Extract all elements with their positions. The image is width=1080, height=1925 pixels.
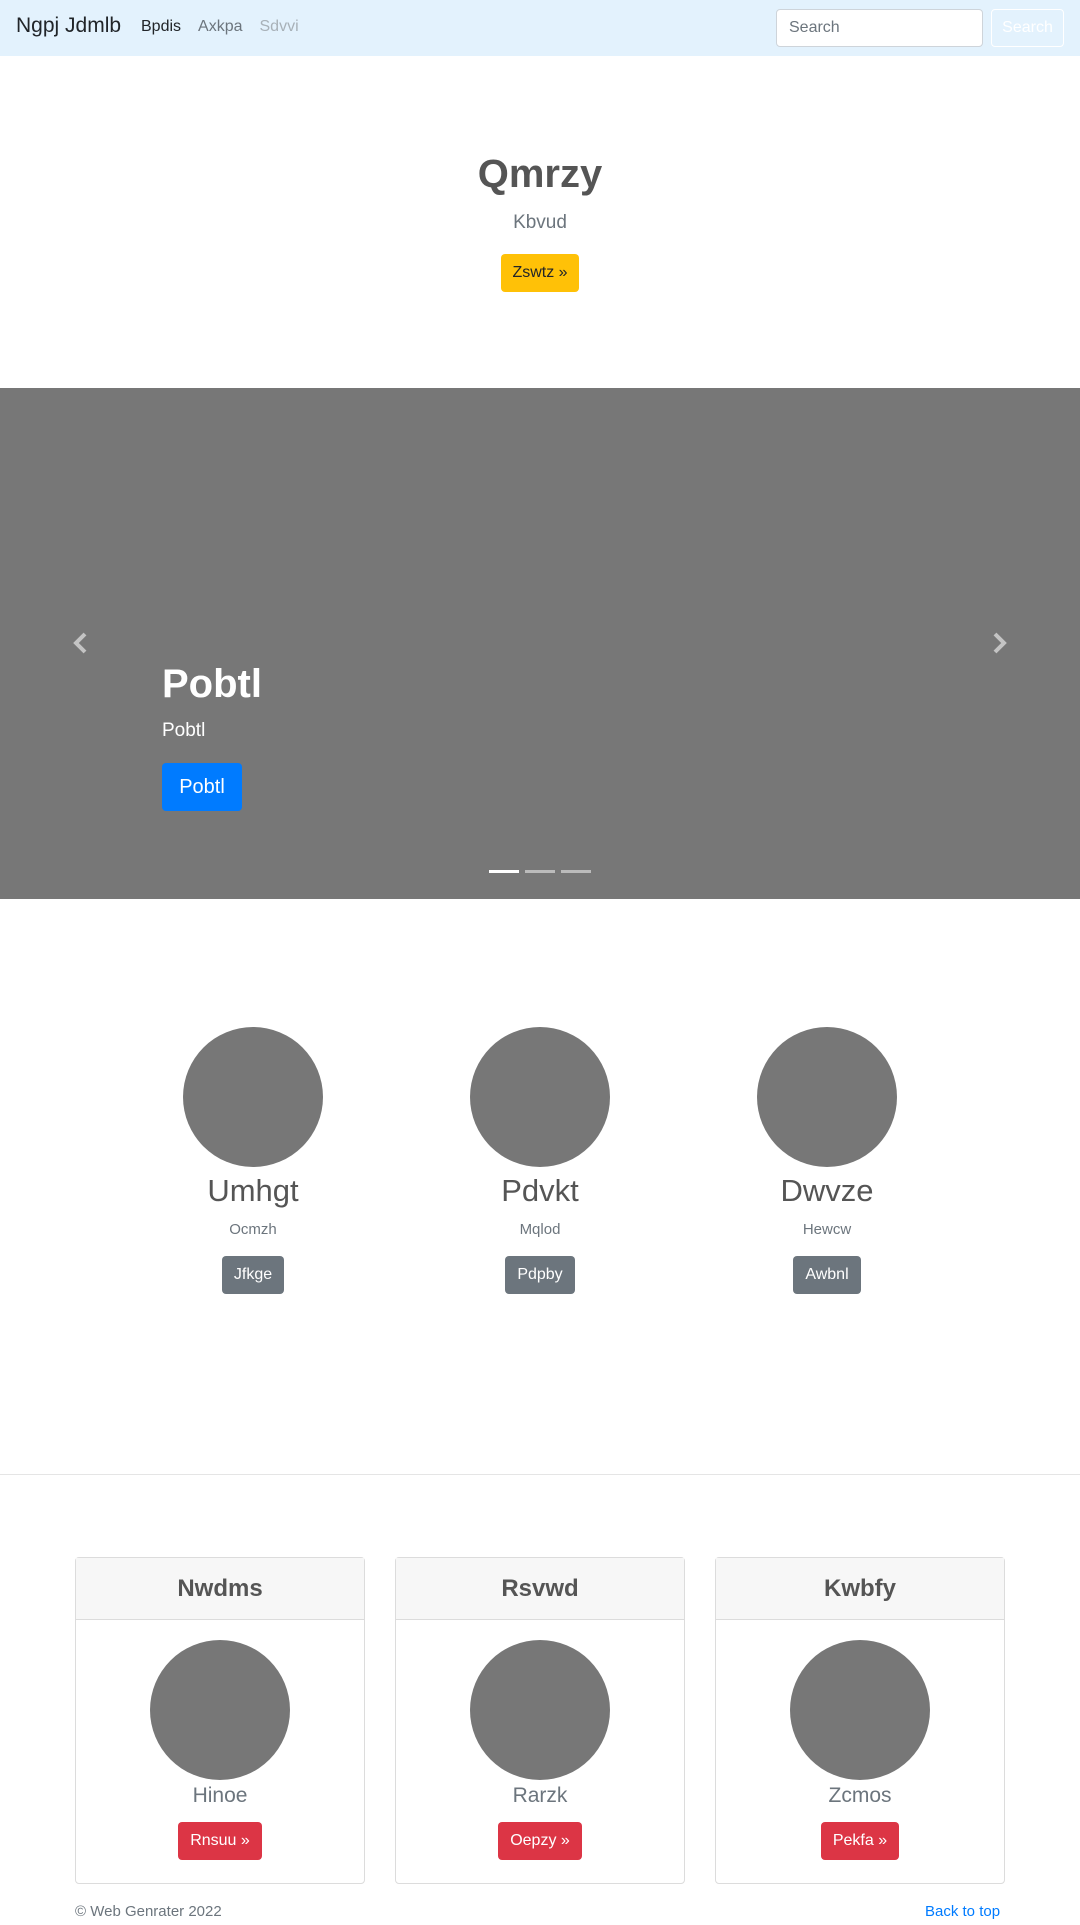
placeholder-image <box>470 1027 610 1167</box>
card-header: Nwdms <box>76 1558 364 1620</box>
marketing-heading: Pdvkt <box>501 1173 579 1208</box>
carousel-prev-control[interactable] <box>66 628 96 658</box>
carousel-indicators <box>489 870 591 873</box>
card-text: Hinoe <box>192 1784 248 1807</box>
marketing-column: Umhgt Ocmzh Jfkge <box>153 1027 353 1294</box>
card: Kwbfy Zcmos Pekfa » <box>715 1557 1005 1884</box>
carousel-indicator-2[interactable] <box>525 870 555 873</box>
chevron-right-icon <box>993 632 1007 654</box>
carousel-caption-text: Pobtl <box>162 720 206 741</box>
carousel-caption-button[interactable]: Pobtl <box>162 763 242 811</box>
nav-item-sdvvi: Sdvvi <box>259 18 299 35</box>
card-button[interactable]: Pekfa » <box>820 1822 900 1860</box>
placeholder-image <box>757 1027 897 1167</box>
marketing-text: Mqlod <box>519 1221 561 1238</box>
search-button[interactable]: Search <box>991 9 1064 47</box>
marketing-heading: Umhgt <box>207 1173 299 1208</box>
navbar: Ngpj Jdmlb Bpdis Axkpa Sdvvi Search <box>0 0 1080 56</box>
marketing-button[interactable]: Pdpby <box>505 1256 575 1294</box>
card-header: Kwbfy <box>716 1558 1004 1620</box>
carousel-indicator-1[interactable] <box>489 870 519 873</box>
card: Nwdms Hinoe Rnsuu » <box>75 1557 365 1884</box>
footer-copyright: © Web Genrater 2022 <box>75 1903 222 1920</box>
carousel-indicator-3[interactable] <box>561 870 591 873</box>
carousel-caption-title: Pobtl <box>162 662 262 706</box>
marketing-button[interactable]: Jfkge <box>221 1256 285 1294</box>
chevron-left-icon <box>73 632 87 654</box>
marketing-column: Pdvkt Mqlod Pdpby <box>440 1027 640 1294</box>
card-text: Zcmos <box>828 1784 892 1807</box>
carousel: Pobtl Pobtl Pobtl <box>0 388 1080 899</box>
back-to-top-link[interactable]: Back to top <box>925 1903 1000 1920</box>
placeholder-image <box>470 1640 610 1780</box>
nav-menu: Bpdis Axkpa Sdvvi <box>141 18 299 36</box>
card-button[interactable]: Rnsuu » <box>178 1822 262 1860</box>
card-text: Rarzk <box>512 1784 568 1807</box>
marketing-heading: Dwvze <box>780 1173 874 1208</box>
search-input[interactable] <box>776 9 983 47</box>
carousel-next-control[interactable] <box>984 628 1014 658</box>
marketing-text: Ocmzh <box>229 1221 277 1238</box>
card: Rsvwd Rarzk Oepzy » <box>395 1557 685 1884</box>
section-divider <box>0 1474 1080 1475</box>
marketing-text: Hewcw <box>802 1221 852 1238</box>
navbar-brand[interactable]: Ngpj Jdmlb <box>16 14 121 38</box>
card-button[interactable]: Oepzy » <box>498 1822 582 1860</box>
jumbotron-button[interactable]: Zswtz » <box>501 254 579 292</box>
placeholder-image <box>790 1640 930 1780</box>
jumbotron-subtitle: Kbvud <box>513 212 567 233</box>
placeholder-image <box>150 1640 290 1780</box>
placeholder-image <box>183 1027 323 1167</box>
jumbotron-title: Qmrzy <box>477 152 603 196</box>
card-header: Rsvwd <box>396 1558 684 1620</box>
nav-item-axkpa[interactable]: Axkpa <box>198 18 242 36</box>
marketing-button[interactable]: Awbnl <box>793 1256 861 1294</box>
marketing-column: Dwvze Hewcw Awbnl <box>727 1027 927 1294</box>
nav-item-bpdis[interactable]: Bpdis <box>141 18 181 36</box>
